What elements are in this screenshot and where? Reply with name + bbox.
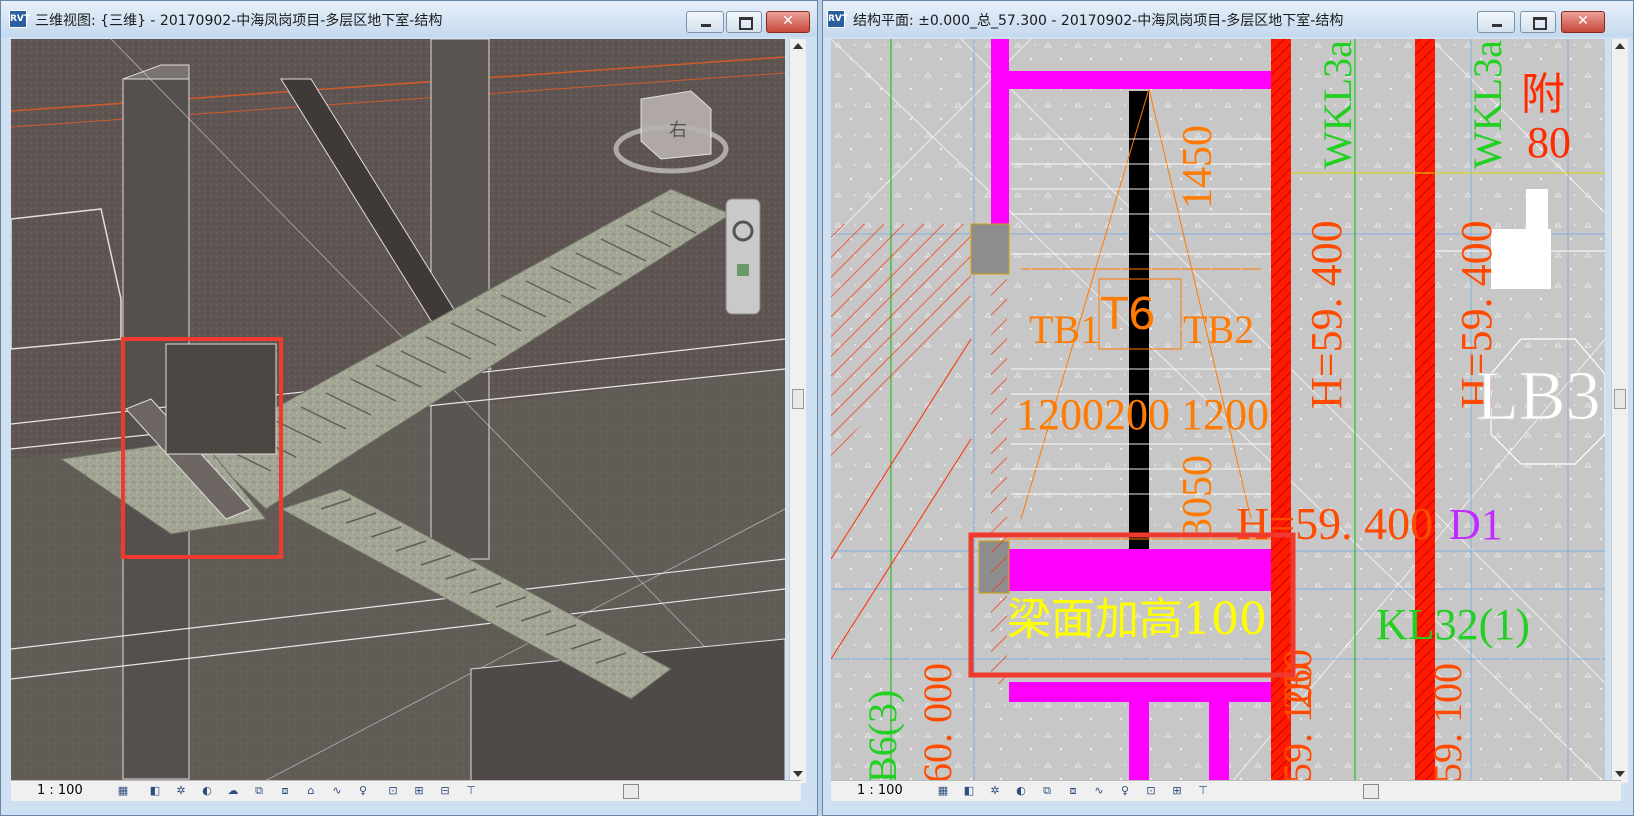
stair-label-tb2: TB2 xyxy=(1183,307,1254,352)
app-icon[interactable]: RVT xyxy=(9,10,30,28)
analytical-model-icon[interactable]: ⊞ xyxy=(1170,784,1184,797)
reveal-hidden-icon[interactable]: ♀ xyxy=(356,784,370,797)
scroll-down-icon[interactable] xyxy=(793,771,803,777)
column xyxy=(970,223,1010,275)
view-cube-face-label: 右 xyxy=(669,120,687,141)
beam-label-wkl3a: WKL3a( xyxy=(1315,39,1360,169)
dimension-1450: 1450 xyxy=(1175,125,1221,209)
right-window-titlebar[interactable]: RVT 结构平面: ±0.000_总_57.300 - 20170902-中海凤… xyxy=(823,1,1633,37)
elevation-5910: 59. 100 xyxy=(1425,663,1470,783)
magenta-beam xyxy=(991,39,1009,229)
elevation-label-horizontal: H=59. 400 xyxy=(1236,498,1433,549)
temp-view-icon[interactable]: ⊡ xyxy=(386,784,400,797)
sun-path-icon[interactable]: ✲ xyxy=(988,784,1002,797)
magenta-beam xyxy=(1009,549,1271,591)
magenta-beam xyxy=(1209,702,1229,783)
sun-path-icon[interactable]: ✲ xyxy=(174,784,188,797)
beam-label-b6: B6(3) xyxy=(860,690,905,783)
shadows-icon[interactable]: ◐ xyxy=(200,784,214,797)
detail-level-icon[interactable]: ▦ xyxy=(116,784,130,797)
maximize-button[interactable] xyxy=(726,11,762,33)
right-view-control-bar: 1 : 100 ▦ ◧ ✲ ◐ ⧉ ⧈ ∿ ♀ ⊡ ⊞ ⊤ xyxy=(831,780,1621,801)
beam-label-wkl3a: WKL3a( xyxy=(1465,39,1510,169)
show-crop-icon[interactable]: ⧈ xyxy=(1066,784,1080,797)
scale-label[interactable]: 1 : 100 xyxy=(37,783,83,798)
scroll-up-icon[interactable] xyxy=(793,43,803,49)
zoom-icon[interactable] xyxy=(737,264,749,276)
horizontal-scroll-thumb[interactable] xyxy=(623,784,639,799)
scale-label[interactable]: 1 : 100 xyxy=(857,783,903,798)
3d-viewport[interactable]: 右 xyxy=(11,39,785,783)
elevation-5910: 59. 100 xyxy=(1275,663,1320,783)
shadows-icon[interactable]: ◐ xyxy=(1014,784,1028,797)
show-crop-icon[interactable]: ⧈ xyxy=(278,784,292,797)
scroll-up-icon[interactable] xyxy=(1615,43,1625,49)
magenta-beam xyxy=(1129,702,1149,783)
elevation-label: H=59. 400 xyxy=(1302,220,1351,409)
scroll-thumb[interactable] xyxy=(792,389,804,409)
right-vertical-scrollbar[interactable] xyxy=(1611,39,1628,783)
navigation-bar[interactable] xyxy=(725,198,761,315)
highlight-displacement-icon[interactable]: ⊟ xyxy=(438,784,452,797)
reveal-hidden-icon[interactable]: ♀ xyxy=(1118,784,1132,797)
dimension-3050: 3050 xyxy=(1175,455,1221,539)
magenta-beam xyxy=(1009,71,1271,89)
minimize-button[interactable] xyxy=(686,11,724,33)
temp-view-icon[interactable]: ⊡ xyxy=(1144,784,1158,797)
left-vertical-scrollbar[interactable] xyxy=(789,39,806,783)
plan-canvas[interactable]: T6 TB1 TB2 1200200 1200 1450 3050 WKL3a(… xyxy=(831,39,1605,783)
constraints-icon[interactable]: ⊤ xyxy=(464,784,478,797)
right-window-title: 结构平面: ±0.000_总_57.300 - 20170902-中海凤岗项目-… xyxy=(853,13,1344,29)
constraints-icon[interactable]: ⊤ xyxy=(1196,784,1210,797)
left-view-control-bar: 1 : 100 ▦ ◧ ✲ ◐ ☁ ⧉ ⧈ ⌂ ∿ ♀ ⊡ ⊞ ⊟ ⊤ xyxy=(11,780,801,801)
beam-note: 梁面加高100 xyxy=(1007,594,1267,645)
label-d1: D1 xyxy=(1449,500,1503,549)
slab-label-lb3: LB3 xyxy=(1476,358,1600,435)
minimize-button[interactable] xyxy=(1477,11,1515,33)
right-plan-view-window[interactable]: RVT 结构平面: ±0.000_总_57.300 - 20170902-中海凤… xyxy=(822,0,1634,816)
maximize-button[interactable] xyxy=(1520,11,1556,33)
crop-view-icon[interactable]: ⧉ xyxy=(252,784,266,797)
elevation-6000: 60. 000 xyxy=(915,663,960,783)
crop-view-icon[interactable]: ⧉ xyxy=(1040,784,1054,797)
plan-viewport[interactable]: T6 TB1 TB2 1200200 1200 1450 3050 WKL3a(… xyxy=(831,39,1605,783)
visual-style-icon[interactable]: ◧ xyxy=(148,784,162,797)
wall-block xyxy=(165,343,277,455)
magenta-beam xyxy=(1009,682,1271,702)
app-icon[interactable]: RVT xyxy=(827,10,848,28)
detail-level-icon[interactable]: ▦ xyxy=(936,784,950,797)
stair-label-tb1: TB1 xyxy=(1029,307,1100,352)
close-button[interactable] xyxy=(1561,11,1605,33)
render-icon[interactable]: ☁ xyxy=(226,784,240,797)
horizontal-scroll-thumb[interactable] xyxy=(1363,784,1379,799)
left-window-title: 三维视图: {三维} - 20170902-中海凤岗项目-多层区地下室-结构 xyxy=(35,13,443,29)
dimension-1200-200-1200: 1200200 1200 xyxy=(1016,390,1269,439)
analytical-model-icon[interactable]: ⊞ xyxy=(412,784,426,797)
window-bottom-edge xyxy=(823,801,1633,815)
stair-label-t6: T6 xyxy=(1100,289,1156,340)
window-bottom-edge xyxy=(1,801,817,815)
label-fu: 附 xyxy=(1521,69,1565,120)
close-button[interactable] xyxy=(766,11,810,33)
lock-view-icon[interactable]: ⌂ xyxy=(304,784,318,797)
hide-isolate-icon[interactable]: ∿ xyxy=(330,784,344,797)
scroll-thumb[interactable] xyxy=(1614,389,1626,409)
beam-label-kl32: KL32(1) xyxy=(1376,600,1530,649)
hide-isolate-icon[interactable]: ∿ xyxy=(1092,784,1106,797)
visual-style-icon[interactable]: ◧ xyxy=(962,784,976,797)
left-3d-view-window[interactable]: RVT 三维视图: {三维} - 20170902-中海凤岗项目-多层区地下室-… xyxy=(0,0,818,816)
label-80: 80 xyxy=(1527,118,1571,167)
scroll-down-icon[interactable] xyxy=(1615,771,1625,777)
3d-model-canvas[interactable]: 右 xyxy=(11,39,785,783)
left-window-titlebar[interactable]: RVT 三维视图: {三维} - 20170902-中海凤岗项目-多层区地下室-… xyxy=(1,1,817,37)
